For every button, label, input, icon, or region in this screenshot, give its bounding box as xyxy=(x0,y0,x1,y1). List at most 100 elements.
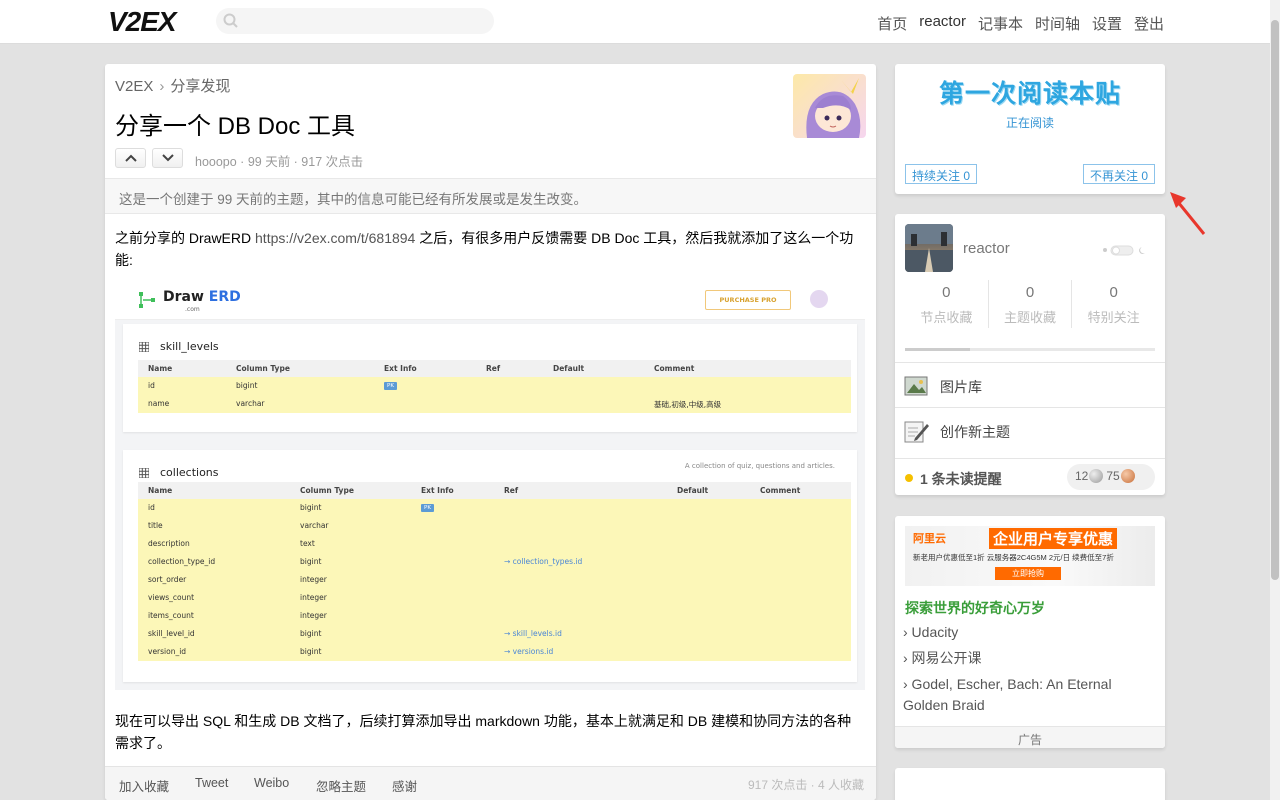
table-row: collection_type_id bigint → collection_typ… xyxy=(138,553,851,571)
breadcrumb-home[interactable]: V2EX xyxy=(115,78,153,95)
breadcrumb-node[interactable]: 分享发现 xyxy=(170,78,230,95)
para1-pre: 之前分享的 DrawERD xyxy=(115,230,256,246)
table-row: sort_order integer xyxy=(138,571,851,589)
theme-toggle[interactable] xyxy=(1101,244,1149,256)
top-bar: V2EX 首页 reactor 记事本 时间轴 设置 登出 xyxy=(0,0,1270,44)
cell-name: sort_order xyxy=(148,575,187,584)
weibo-button[interactable]: Weibo xyxy=(254,776,289,790)
table-cell: text xyxy=(300,539,315,548)
stat-topic-favs[interactable]: 0 主题收藏 xyxy=(987,280,1072,328)
search-input[interactable] xyxy=(216,8,494,34)
ad-link-163[interactable]: › 网易公开课 xyxy=(903,648,1158,669)
drawerd-link[interactable]: https://v2ex.com/t/681894 xyxy=(255,230,415,246)
site-logo[interactable]: V2EX xyxy=(108,6,177,38)
collections-table: Name Column Type Ext Info Ref Default Co… xyxy=(138,482,851,661)
table-icon xyxy=(139,342,149,352)
skill-levels-table: Name Column Type Ext Info Ref Default Co… xyxy=(138,360,851,413)
first-read-box: 第一次阅读本贴 正在阅读 持续关注 0 不再关注 0 xyxy=(895,64,1165,194)
stat-label: 主题收藏 xyxy=(1004,310,1057,325)
downvote-button[interactable] xyxy=(152,148,183,168)
table-cell: description xyxy=(148,539,190,548)
author-avatar[interactable] xyxy=(793,74,866,138)
table-name: skill_levels xyxy=(160,340,219,353)
keep-follow-button[interactable]: 持续关注 0 xyxy=(905,164,978,184)
ad-banner-title: 企业用户专享优惠 xyxy=(989,528,1118,549)
nav-user[interactable]: reactor xyxy=(919,13,966,34)
breadcrumb: V2EX › 分享发现 xyxy=(115,75,230,96)
cell-ref: → skill_levels.id xyxy=(504,629,562,638)
page-scrollbar[interactable] xyxy=(1270,0,1280,800)
unread-notice[interactable]: 1 条未读提醒 12 75 xyxy=(895,458,1165,495)
anime-avatar-icon xyxy=(806,78,861,138)
table-cell: bigint xyxy=(300,629,321,638)
upvote-button[interactable] xyxy=(115,148,146,168)
topic-stats: 917 次点击 · 4 人收藏 xyxy=(747,778,864,792)
stat-following[interactable]: 0 特别关注 xyxy=(1071,280,1155,328)
stat-label: 特别关注 xyxy=(1087,310,1140,325)
table-cell: → versions.id xyxy=(504,647,553,656)
landscape-avatar-icon xyxy=(905,224,953,272)
cell-type: integer xyxy=(300,575,327,584)
user-name[interactable]: reactor xyxy=(963,240,1010,257)
table-cell: version_id xyxy=(148,647,186,656)
ad-title[interactable]: 探索世界的好奇心万岁 xyxy=(905,598,1045,618)
col-header: Ext Info xyxy=(384,364,417,373)
table-card-collections: collections A collection of quiz, questi… xyxy=(123,450,857,682)
bronze-count: 75 xyxy=(1106,469,1120,483)
table-cell: → collection_types.id xyxy=(504,557,582,566)
gallery-link[interactable]: 图片库 xyxy=(895,362,1165,407)
cell-type: varchar xyxy=(300,521,329,530)
drawerd-header: Draw ERD .com PURCHASE PRO xyxy=(115,282,865,320)
table-card-skill-levels: skill_levels Name Column Type Ext Info R… xyxy=(123,324,857,432)
ignore-button[interactable]: 忽略主题 xyxy=(316,776,366,795)
cell-name: skill_level_id xyxy=(148,629,195,638)
logo-draw: Draw xyxy=(163,289,204,305)
scrollbar-thumb[interactable] xyxy=(1271,20,1279,580)
nav-home[interactable]: 首页 xyxy=(877,13,907,34)
col-header: Ext Info xyxy=(421,486,454,495)
table-header-row: Name Column Type Ext Info Ref Default Co… xyxy=(138,360,851,377)
nav-timeline[interactable]: 时间轴 xyxy=(1035,13,1080,34)
first-read-title: 第一次阅读本贴 xyxy=(938,80,1121,108)
col-header: Ref xyxy=(504,486,519,495)
new-topic-link[interactable]: 创作新主题 xyxy=(895,407,1165,452)
thank-button[interactable]: 感谢 xyxy=(392,776,417,795)
table-cell: bigint xyxy=(300,557,321,566)
topic-box: V2EX › 分享发现 分享一个 DB Doc 工具 hooopo · 99 天前 … xyxy=(105,64,876,800)
unread-count[interactable]: 1 条未读提醒 xyxy=(920,469,1002,489)
table-cell: views_count xyxy=(148,593,194,602)
table-cell: PK xyxy=(421,502,434,512)
ad-buy-button[interactable]: 立即抢购 xyxy=(995,567,1061,580)
balance-badge[interactable]: 12 75 xyxy=(1067,464,1155,490)
drawerd-logo-text: Draw ERD .com xyxy=(163,289,241,313)
col-header: Default xyxy=(677,486,709,495)
favorite-button[interactable]: 加入收藏 xyxy=(119,776,169,795)
table-cell: title xyxy=(148,521,163,530)
notice-dot xyxy=(905,474,913,482)
ad-link-geb[interactable]: › Godel, Escher, Bach: An Eternal Golden… xyxy=(903,674,1158,716)
cell-ref: → versions.id xyxy=(504,647,554,656)
sidebar-box-partial xyxy=(895,768,1165,800)
cell-type: bigint xyxy=(236,381,258,390)
stat-label: 节点收藏 xyxy=(920,310,973,325)
table-description: A collection of quiz, questions and arti… xyxy=(684,462,835,470)
search-icon xyxy=(223,13,238,28)
tweet-button[interactable]: Tweet xyxy=(195,776,228,790)
user-avatar[interactable] xyxy=(905,224,953,272)
progress-fill xyxy=(905,348,970,351)
drawerd-screenshot[interactable]: Draw ERD .com PURCHASE PRO skill_levels … xyxy=(115,282,865,690)
table-row: skill_level_id bigint → skill_levels.id xyxy=(138,625,851,643)
pk-badge: PK xyxy=(384,382,397,390)
aliyun-ad-banner[interactable]: 阿里云 企业用户专享优惠 新老用户优惠低至1折 云服务器2C4G5M 2元/日 … xyxy=(905,526,1155,586)
stat-node-favs[interactable]: 0 节点收藏 xyxy=(905,280,988,328)
nav-logout[interactable]: 登出 xyxy=(1134,13,1164,34)
table-cell: skill_level_id xyxy=(148,629,195,638)
ad-link-udacity[interactable]: › Udacity xyxy=(903,622,1158,643)
cell-type: integer xyxy=(300,611,327,620)
nav-notes[interactable]: 记事本 xyxy=(978,13,1023,34)
cell-type: bigint xyxy=(300,629,322,638)
unfollow-button[interactable]: 不再关注 0 xyxy=(1082,164,1155,184)
logo-com: .com xyxy=(185,306,200,313)
nav-settings[interactable]: 设置 xyxy=(1092,13,1122,34)
pk-badge: PK xyxy=(421,504,434,512)
